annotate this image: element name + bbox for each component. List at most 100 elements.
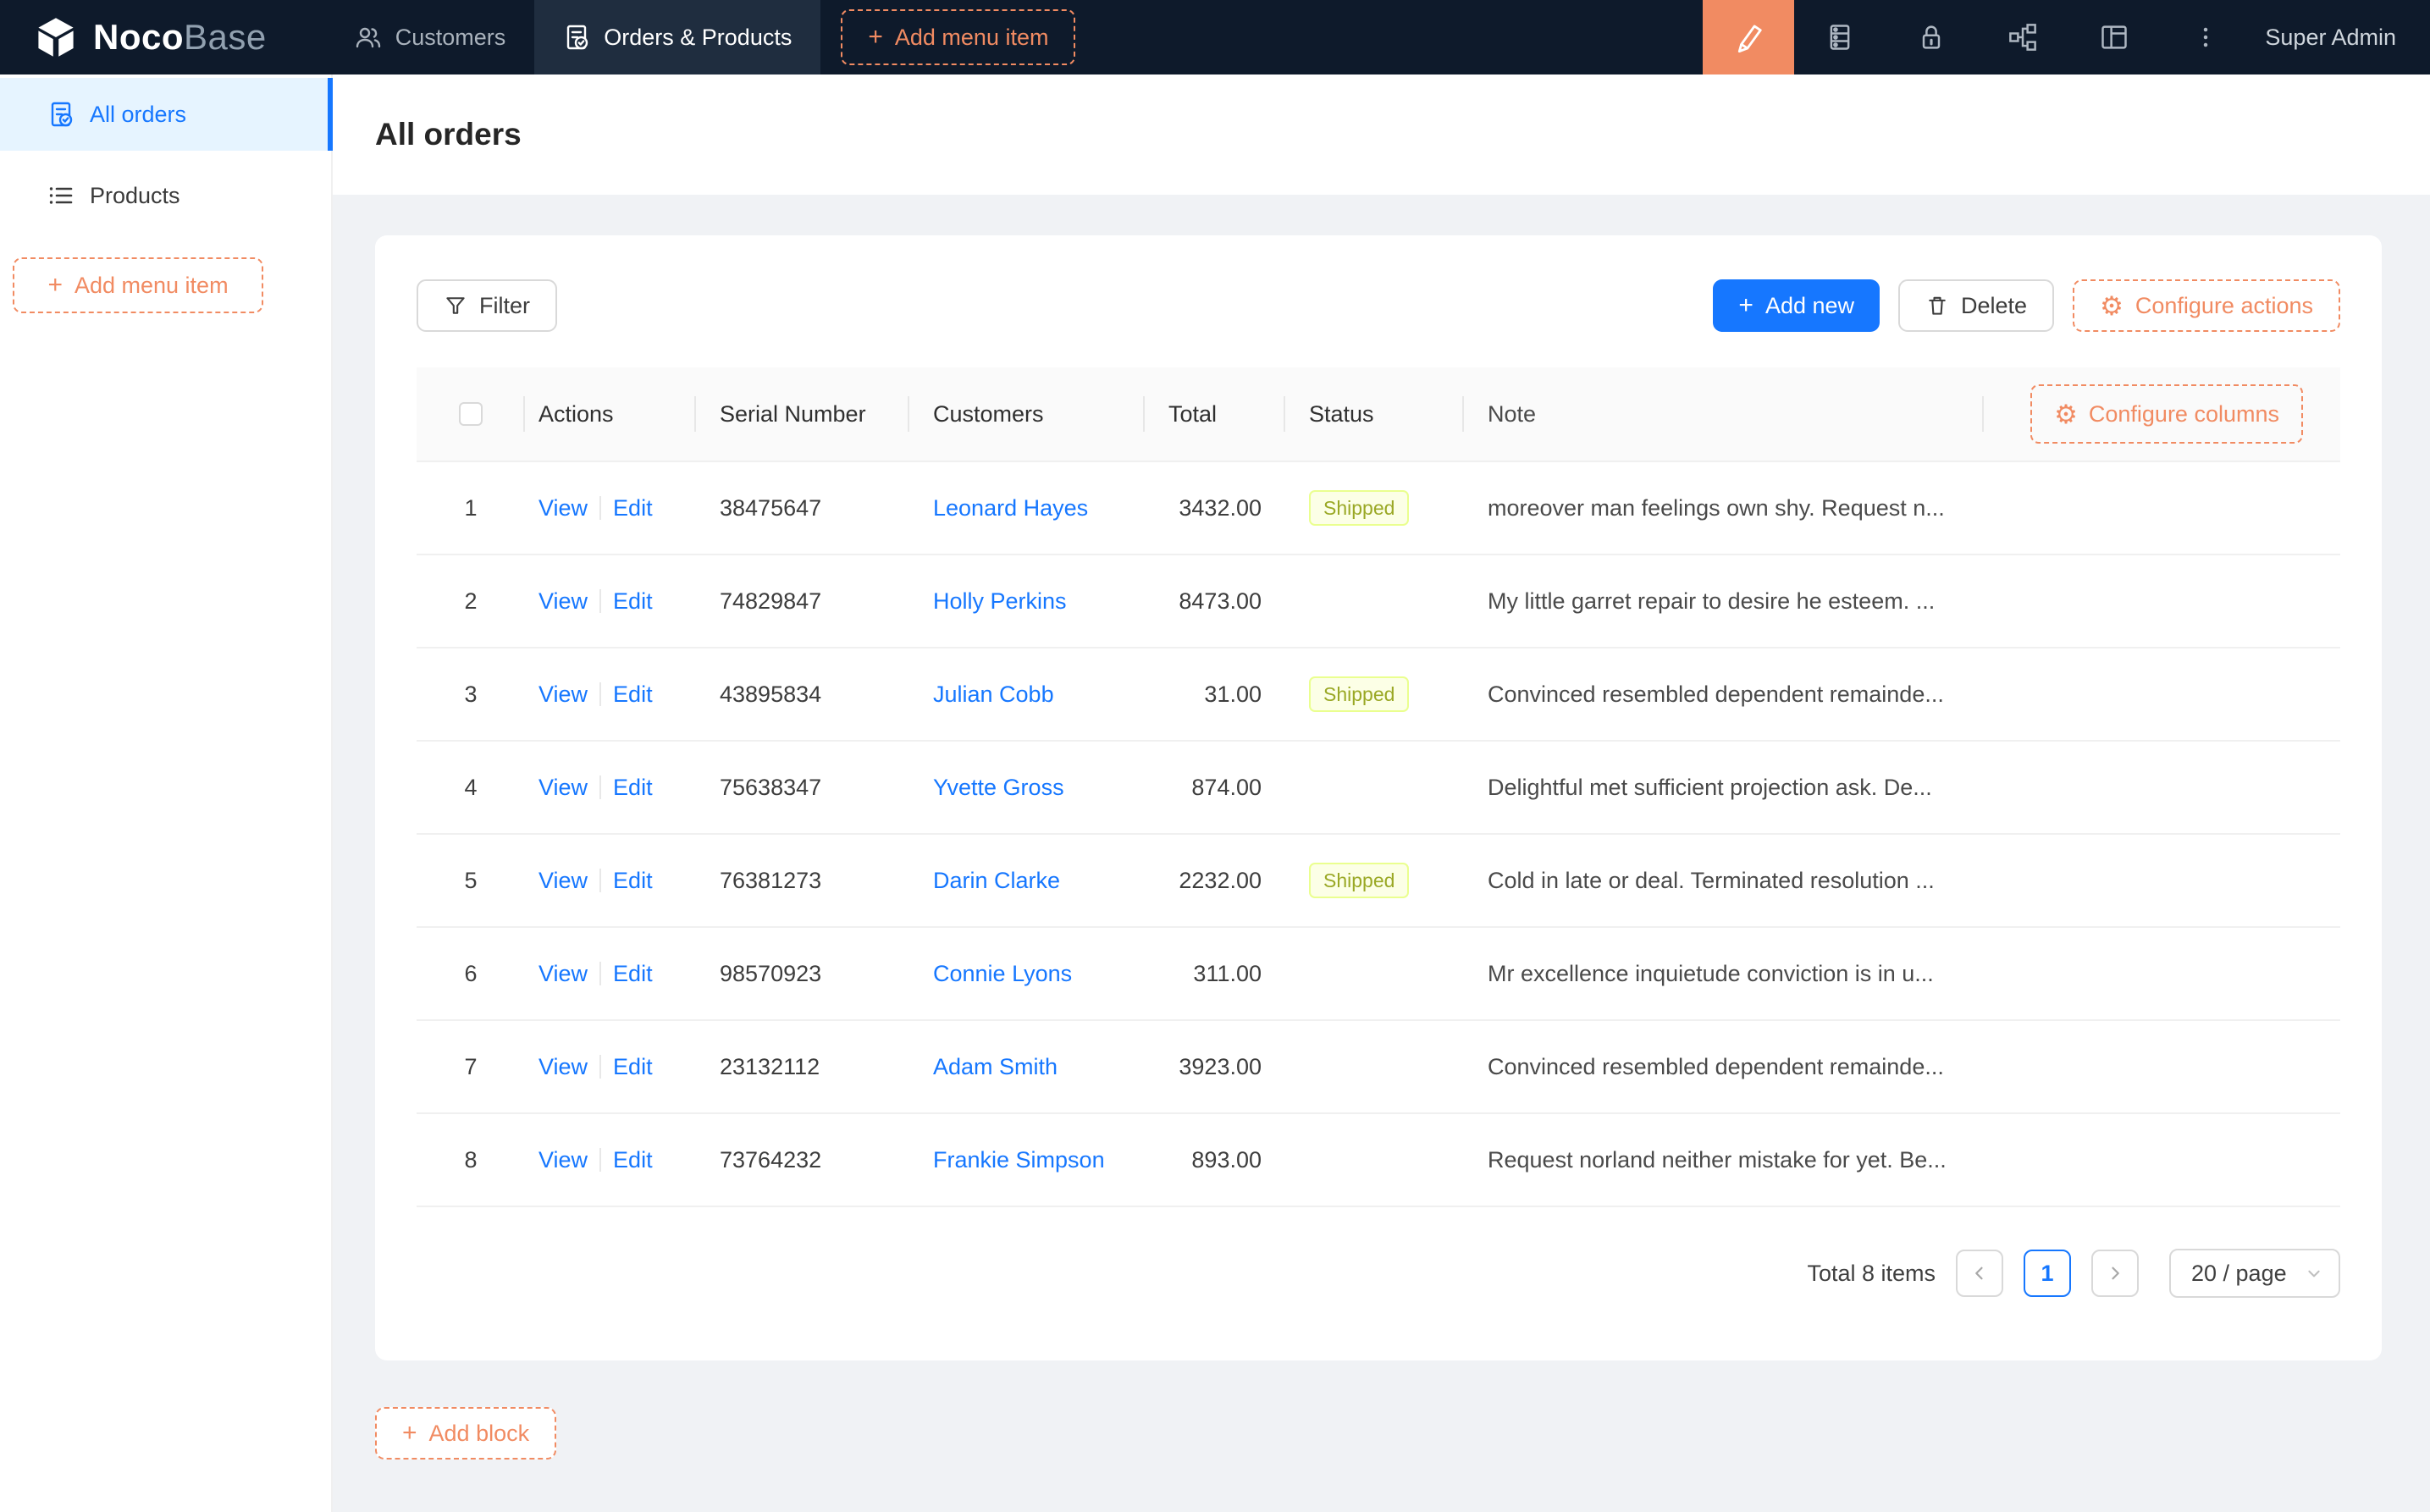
note-text: Mr excellence inquietude conviction is i…: [1488, 961, 1934, 987]
column-header-total: Total: [1145, 367, 1285, 461]
edit-link[interactable]: Edit: [613, 961, 653, 987]
plus-icon: +: [47, 273, 63, 298]
serial-number: 98570923: [720, 961, 821, 987]
navbar-add-menu-item-button[interactable]: + Add menu item: [841, 9, 1075, 65]
tab-label: Orders & Products: [604, 25, 792, 51]
sidebar-item-label: All orders: [90, 102, 186, 128]
customer-link[interactable]: Darin Clarke: [933, 868, 1060, 894]
action-divider: [599, 775, 601, 799]
tab-customers[interactable]: Customers: [326, 0, 535, 74]
edit-link[interactable]: Edit: [613, 495, 653, 521]
page-number-button[interactable]: 1: [2024, 1250, 2071, 1297]
customer-link[interactable]: Yvette Gross: [933, 775, 1064, 801]
view-link[interactable]: View: [538, 682, 588, 708]
column-header-note: Note: [1464, 367, 1984, 461]
action-divider: [599, 496, 601, 520]
sidebar-add-menu-item-button[interactable]: + Add menu item: [13, 257, 263, 313]
customer-link[interactable]: Adam Smith: [933, 1054, 1058, 1080]
select-all-checkbox[interactable]: [459, 402, 483, 426]
table-row: 7 View Edit 23132112 Adam Smith 3923.00 …: [417, 1021, 2340, 1114]
page-size-select[interactable]: 20 / page: [2169, 1249, 2340, 1298]
more-dots-icon: [2190, 22, 2221, 52]
delete-button[interactable]: Delete: [1898, 279, 2054, 332]
table-row: 2 View Edit 74829847 Holly Perkins 8473.…: [417, 555, 2340, 648]
edit-link[interactable]: Edit: [613, 868, 653, 894]
row-trailing-cell: [1984, 1114, 2340, 1206]
view-link[interactable]: View: [538, 1147, 588, 1173]
plus-icon: +: [1738, 293, 1753, 318]
row-index: 7: [464, 1054, 477, 1080]
chevron-right-icon: [2107, 1265, 2123, 1282]
view-link[interactable]: View: [538, 495, 588, 521]
tab-orders-products[interactable]: Orders & Products: [534, 0, 820, 74]
edit-link[interactable]: Edit: [613, 775, 653, 801]
customer-link[interactable]: Holly Perkins: [933, 588, 1067, 615]
row-index-cell: 7: [417, 1021, 525, 1112]
row-index: 2: [464, 588, 477, 615]
action-divider: [599, 869, 601, 892]
serial-number: 38475647: [720, 495, 821, 521]
status-badge: Shipped: [1309, 490, 1409, 527]
view-link[interactable]: View: [538, 775, 588, 801]
nocobase-logo[interactable]: NocoBase: [0, 0, 326, 74]
configure-actions-button[interactable]: ⚙ Configure actions: [2073, 279, 2340, 332]
view-link[interactable]: View: [538, 868, 588, 894]
sidebar-item-all-orders[interactable]: All orders: [0, 78, 331, 151]
total-value: 3923.00: [1179, 1054, 1262, 1080]
row-actions-cell: View Edit: [525, 835, 696, 926]
filter-icon: [444, 294, 467, 317]
serial-number: 75638347: [720, 775, 821, 801]
note-text: Convinced resembled dependent remainde..…: [1488, 682, 1944, 708]
row-index: 5: [464, 868, 477, 894]
serial-number-cell: 76381273: [696, 835, 909, 926]
configure-columns-button[interactable]: ⚙ Configure columns: [2030, 384, 2303, 444]
sidebar-item-products[interactable]: Products: [0, 159, 331, 232]
layout-settings-button[interactable]: [2068, 0, 2160, 74]
row-trailing-cell: [1984, 648, 2340, 740]
navbar-right-actions: Super Admin: [1703, 0, 2430, 74]
table-row: 4 View Edit 75638347 Yvette Gross 874.00…: [417, 742, 2340, 835]
edit-link[interactable]: Edit: [613, 1054, 653, 1080]
next-page-button[interactable]: [2091, 1250, 2139, 1297]
data-sources-button[interactable]: [1794, 0, 1886, 74]
note-cell: Delightful met sufficient projection ask…: [1464, 742, 1984, 833]
view-link[interactable]: View: [538, 588, 588, 615]
serial-number: 43895834: [720, 682, 821, 708]
note-text: Request norland neither mistake for yet.…: [1488, 1147, 1947, 1173]
status-badge: Shipped: [1309, 676, 1409, 713]
customer-link[interactable]: Frankie Simpson: [933, 1147, 1105, 1173]
customer-link[interactable]: Leonard Hayes: [933, 495, 1088, 521]
status-cell: [1285, 742, 1464, 833]
total-items-text: Total 8 items: [1807, 1261, 1936, 1287]
workflow-button[interactable]: [1977, 0, 2068, 74]
previous-page-button[interactable]: [1956, 1250, 2003, 1297]
edit-link[interactable]: Edit: [613, 588, 653, 615]
row-index-cell: 4: [417, 742, 525, 833]
permissions-button[interactable]: [1886, 0, 1977, 74]
note-cell: Cold in late or deal. Terminated resolut…: [1464, 835, 1984, 926]
user-menu[interactable]: Super Admin: [2251, 0, 2430, 74]
ui-editor-button[interactable]: [1703, 0, 1794, 74]
status-cell: Shipped: [1285, 462, 1464, 554]
total-cell: 893.00: [1145, 1114, 1285, 1206]
edit-link[interactable]: Edit: [613, 682, 653, 708]
view-link[interactable]: View: [538, 961, 588, 987]
add-new-button[interactable]: + Add new: [1713, 279, 1880, 332]
filter-button[interactable]: Filter: [417, 279, 557, 332]
edit-link[interactable]: Edit: [613, 1147, 653, 1173]
row-trailing-cell: [1984, 462, 2340, 554]
customer-link[interactable]: Connie Lyons: [933, 961, 1072, 987]
add-menu-item-label: Add menu item: [895, 25, 1049, 51]
customer-link[interactable]: Julian Cobb: [933, 682, 1054, 708]
table-row: 5 View Edit 76381273 Darin Clarke 2232.0…: [417, 835, 2340, 928]
view-link[interactable]: View: [538, 1054, 588, 1080]
note-text: Convinced resembled dependent remainde..…: [1488, 1054, 1944, 1080]
orders-table-block: Filter + Add new: [375, 235, 2382, 1360]
column-header-customers: Customers: [909, 367, 1145, 461]
more-actions-button[interactable]: [2160, 0, 2251, 74]
column-header-status: Status: [1285, 367, 1464, 461]
total-value: 311.00: [1193, 961, 1262, 987]
add-block-button[interactable]: + Add block: [375, 1407, 556, 1460]
highlighter-icon: [1732, 21, 1765, 53]
sidebar: All orders Products + Add menu item: [0, 74, 333, 1512]
